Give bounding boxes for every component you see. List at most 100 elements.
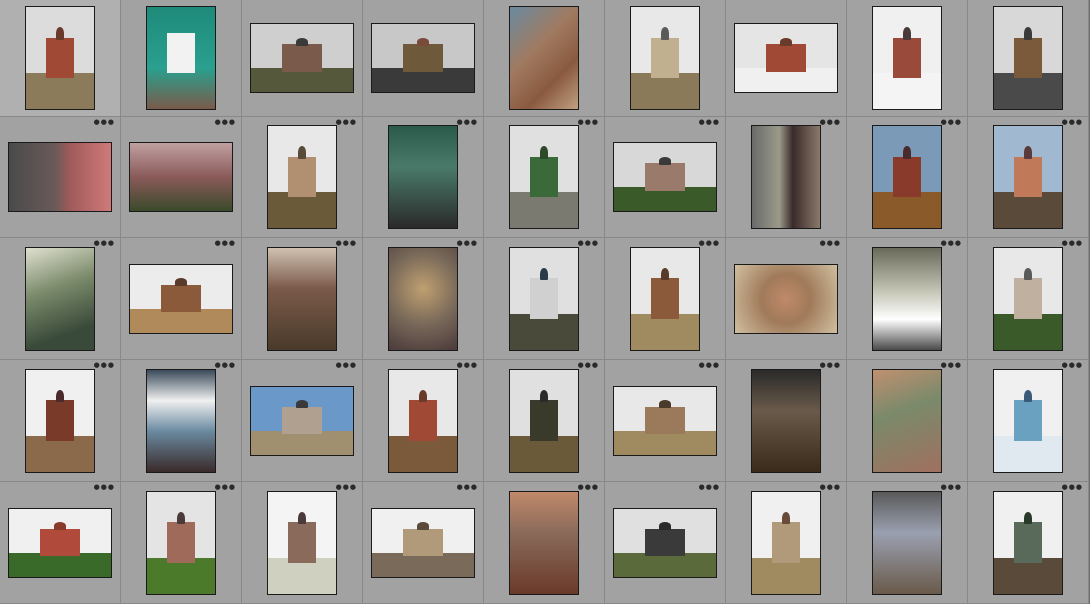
photo-thumbnail[interactable] — [751, 490, 821, 595]
more-options-icon[interactable]: ●●● — [1062, 484, 1083, 491]
photo-thumbnail[interactable] — [509, 246, 579, 351]
grid-cell[interactable]: ●●● — [121, 238, 242, 360]
photo-thumbnail[interactable] — [250, 23, 354, 93]
grid-cell[interactable]: ●●● — [484, 238, 605, 360]
grid-cell[interactable] — [0, 0, 121, 117]
more-options-icon[interactable]: ●●● — [94, 119, 115, 126]
more-options-icon[interactable]: ●●● — [215, 119, 236, 126]
grid-cell[interactable]: ●●● — [484, 360, 605, 482]
photo-thumbnail[interactable] — [388, 125, 458, 229]
grid-cell[interactable]: ●●● — [968, 238, 1089, 360]
photo-thumbnail[interactable] — [25, 246, 95, 351]
more-options-icon[interactable]: ●●● — [457, 119, 478, 126]
photo-thumbnail[interactable] — [509, 490, 579, 595]
more-options-icon[interactable]: ●●● — [578, 484, 599, 491]
more-options-icon[interactable]: ●●● — [941, 119, 962, 126]
grid-cell[interactable] — [605, 0, 726, 117]
photo-thumbnail[interactable] — [872, 246, 942, 351]
grid-cell[interactable] — [968, 0, 1089, 117]
grid-cell[interactable]: ●●● — [363, 482, 484, 604]
more-options-icon[interactable]: ●●● — [336, 240, 357, 247]
grid-cell[interactable] — [242, 0, 363, 117]
grid-cell[interactable]: ●●● — [484, 482, 605, 604]
grid-cell[interactable]: ●●● — [605, 117, 726, 238]
photo-thumbnail[interactable] — [993, 6, 1063, 110]
grid-cell[interactable]: ●●● — [605, 482, 726, 604]
photo-thumbnail[interactable] — [613, 507, 717, 578]
photo-thumbnail[interactable] — [993, 490, 1063, 595]
grid-cell[interactable]: ●●● — [363, 360, 484, 482]
grid-cell[interactable]: ●●● — [121, 117, 242, 238]
photo-thumbnail[interactable] — [388, 246, 458, 351]
grid-cell[interactable]: ●●● — [0, 360, 121, 482]
photo-thumbnail[interactable] — [630, 246, 700, 351]
more-options-icon[interactable]: ●●● — [215, 362, 236, 369]
photo-thumbnail[interactable] — [993, 368, 1063, 473]
photo-thumbnail[interactable] — [267, 125, 337, 229]
more-options-icon[interactable]: ●●● — [820, 362, 841, 369]
grid-cell[interactable]: ●●● — [726, 482, 847, 604]
more-options-icon[interactable]: ●●● — [215, 240, 236, 247]
more-options-icon[interactable]: ●●● — [457, 240, 478, 247]
more-options-icon[interactable]: ●●● — [699, 362, 720, 369]
more-options-icon[interactable]: ●●● — [336, 362, 357, 369]
more-options-icon[interactable]: ●●● — [941, 484, 962, 491]
grid-cell[interactable]: ●●● — [242, 360, 363, 482]
grid-cell[interactable] — [847, 0, 968, 117]
photo-thumbnail[interactable] — [734, 23, 838, 93]
more-options-icon[interactable]: ●●● — [94, 362, 115, 369]
photo-thumbnail[interactable] — [8, 507, 112, 578]
photo-thumbnail[interactable] — [250, 385, 354, 456]
grid-cell[interactable] — [726, 0, 847, 117]
grid-cell[interactable]: ●●● — [242, 117, 363, 238]
more-options-icon[interactable]: ●●● — [941, 362, 962, 369]
more-options-icon[interactable]: ●●● — [820, 484, 841, 491]
grid-cell[interactable]: ●●● — [968, 117, 1089, 238]
photo-thumbnail[interactable] — [509, 368, 579, 473]
photo-thumbnail[interactable] — [267, 246, 337, 351]
photo-thumbnail[interactable] — [146, 368, 216, 473]
grid-cell[interactable]: ●●● — [605, 360, 726, 482]
more-options-icon[interactable]: ●●● — [1062, 119, 1083, 126]
photo-thumbnail[interactable] — [872, 368, 942, 473]
photo-thumbnail[interactable] — [267, 490, 337, 595]
more-options-icon[interactable]: ●●● — [336, 119, 357, 126]
more-options-icon[interactable]: ●●● — [578, 362, 599, 369]
more-options-icon[interactable]: ●●● — [457, 362, 478, 369]
photo-thumbnail[interactable] — [613, 142, 717, 212]
grid-cell[interactable]: ●●● — [0, 238, 121, 360]
more-options-icon[interactable]: ●●● — [336, 484, 357, 491]
grid-cell[interactable]: ●●● — [847, 238, 968, 360]
photo-thumbnail[interactable] — [872, 125, 942, 229]
photo-thumbnail[interactable] — [993, 125, 1063, 229]
photo-thumbnail[interactable] — [751, 368, 821, 473]
photo-thumbnail[interactable] — [146, 490, 216, 595]
grid-cell[interactable]: ●●● — [121, 482, 242, 604]
photo-thumbnail[interactable] — [25, 368, 95, 473]
grid-cell[interactable]: ●●● — [242, 482, 363, 604]
more-options-icon[interactable]: ●●● — [457, 484, 478, 491]
grid-cell[interactable]: ●●● — [0, 482, 121, 604]
grid-cell[interactable]: ●●● — [242, 238, 363, 360]
more-options-icon[interactable]: ●●● — [578, 119, 599, 126]
photo-thumbnail[interactable] — [630, 6, 700, 110]
grid-cell[interactable]: ●●● — [363, 117, 484, 238]
photo-thumbnail[interactable] — [993, 246, 1063, 351]
more-options-icon[interactable]: ●●● — [699, 240, 720, 247]
more-options-icon[interactable]: ●●● — [699, 119, 720, 126]
more-options-icon[interactable]: ●●● — [94, 240, 115, 247]
photo-thumbnail[interactable] — [129, 263, 233, 334]
grid-cell[interactable]: ●●● — [605, 238, 726, 360]
photo-thumbnail[interactable] — [129, 142, 233, 212]
more-options-icon[interactable]: ●●● — [215, 484, 236, 491]
more-options-icon[interactable]: ●●● — [1062, 240, 1083, 247]
more-options-icon[interactable]: ●●● — [1062, 362, 1083, 369]
photo-thumbnail[interactable] — [872, 6, 942, 110]
grid-cell[interactable]: ●●● — [847, 360, 968, 482]
more-options-icon[interactable]: ●●● — [820, 119, 841, 126]
grid-cell[interactable]: ●●● — [121, 360, 242, 482]
grid-cell[interactable]: ●●● — [726, 238, 847, 360]
grid-cell[interactable]: ●●● — [726, 360, 847, 482]
more-options-icon[interactable]: ●●● — [941, 240, 962, 247]
grid-cell[interactable]: ●●● — [968, 360, 1089, 482]
